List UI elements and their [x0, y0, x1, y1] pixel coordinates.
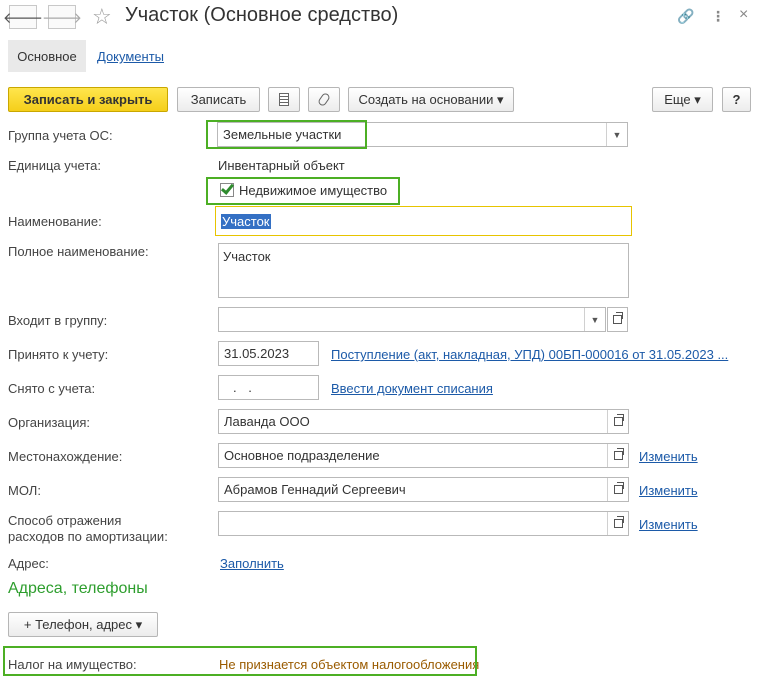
mol-change-link[interactable]: Изменить: [639, 483, 698, 498]
org-select[interactable]: Лаванда ООО: [218, 409, 629, 434]
unit-label: Единица учета:: [8, 158, 101, 173]
tax-highlight: [3, 646, 477, 676]
org-value: Лаванда ООО: [224, 414, 310, 429]
address-label: Адрес:: [8, 556, 49, 571]
name-input[interactable]: Участок: [215, 206, 632, 236]
open-icon: [613, 414, 624, 426]
contacts-section-title: Адреса, телефоны: [8, 580, 148, 597]
arrow-right-icon: 🡒: [41, 9, 83, 27]
more-button[interactable]: Еще ▾: [652, 87, 713, 112]
open-depr-button[interactable]: [607, 512, 628, 535]
accepted-document-link[interactable]: Поступление (акт, накладная, УПД) 00БП-0…: [331, 347, 728, 362]
location-value: Основное подразделение: [224, 448, 380, 463]
attach-button[interactable]: [308, 87, 340, 112]
open-parent-button[interactable]: [607, 307, 628, 332]
depr-label-line1: Способ отражения: [8, 513, 122, 528]
org-label: Организация:: [8, 415, 91, 430]
back-button[interactable]: 🡐: [3, 5, 43, 29]
parent-label: Входит в группу:: [8, 313, 108, 328]
address-fill-link[interactable]: Заполнить: [220, 556, 284, 571]
star-icon[interactable]: ☆: [92, 4, 112, 30]
tab-documents[interactable]: Документы: [97, 49, 164, 64]
report-button[interactable]: [268, 87, 300, 112]
open-icon: [613, 448, 624, 460]
location-label: Местонахождение:: [8, 449, 123, 464]
fullname-label: Полное наименование:: [8, 244, 149, 259]
removed-date-input[interactable]: . .: [218, 375, 319, 400]
page-title: Участок (Основное средство): [125, 4, 399, 26]
open-mol-button[interactable]: [607, 478, 628, 501]
accepted-date-input[interactable]: 31.05.2023: [218, 341, 319, 366]
save-and-close-button[interactable]: Записать и закрыть: [8, 87, 168, 112]
fullname-textarea[interactable]: Участок: [218, 243, 629, 298]
depr-label-line2: расходов по амортизации:: [8, 529, 168, 544]
open-icon: [613, 312, 623, 324]
forward-button[interactable]: 🡒: [42, 5, 82, 29]
document-list-icon: [279, 93, 289, 106]
chevron-down-icon[interactable]: ▼: [606, 123, 627, 146]
close-icon[interactable]: ×: [739, 6, 748, 24]
open-location-button[interactable]: [607, 444, 628, 467]
accepted-date-value: 31.05.2023: [224, 346, 290, 361]
location-select[interactable]: Основное подразделение: [218, 443, 629, 468]
mol-label: МОЛ:: [8, 483, 41, 498]
removed-date-value: . .: [233, 380, 256, 395]
name-value: Участок: [221, 213, 271, 229]
help-button[interactable]: ?: [722, 87, 751, 112]
removed-label: Снято с учета:: [8, 381, 96, 396]
tab-main[interactable]: Основное: [8, 40, 86, 72]
group-highlight: [206, 120, 367, 149]
name-label: Наименование:: [8, 214, 102, 229]
depr-select[interactable]: [218, 511, 629, 536]
unit-value: Инвентарный объект: [218, 158, 345, 173]
location-change-link[interactable]: Изменить: [639, 449, 698, 464]
depr-change-link[interactable]: Изменить: [639, 517, 698, 532]
mol-value: Абрамов Геннадий Сергеевич: [224, 482, 406, 497]
open-icon: [613, 482, 624, 494]
fullname-value: Участок: [223, 249, 271, 264]
write-off-link[interactable]: Ввести документ списания: [331, 381, 493, 396]
add-phone-address-button[interactable]: + Телефон, адрес ▾: [8, 612, 158, 637]
open-icon: [613, 516, 624, 528]
chevron-down-icon[interactable]: ▼: [584, 308, 605, 331]
create-based-on-button[interactable]: Создать на основании ▾: [348, 87, 514, 112]
link-icon[interactable]: 🔗: [677, 8, 694, 25]
arrow-left-icon: 🡐: [2, 9, 44, 27]
more-vertical-icon[interactable]: ⋮: [711, 8, 725, 25]
parent-select[interactable]: ▼: [218, 307, 606, 332]
open-org-button[interactable]: [607, 410, 628, 433]
paperclip-icon: [316, 91, 332, 108]
accepted-label: Принято к учету:: [8, 347, 109, 362]
mol-select[interactable]: Абрамов Геннадий Сергеевич: [218, 477, 629, 502]
save-button[interactable]: Записать: [177, 87, 260, 112]
group-label: Группа учета ОС:: [8, 128, 113, 143]
realty-highlight: [206, 177, 400, 205]
